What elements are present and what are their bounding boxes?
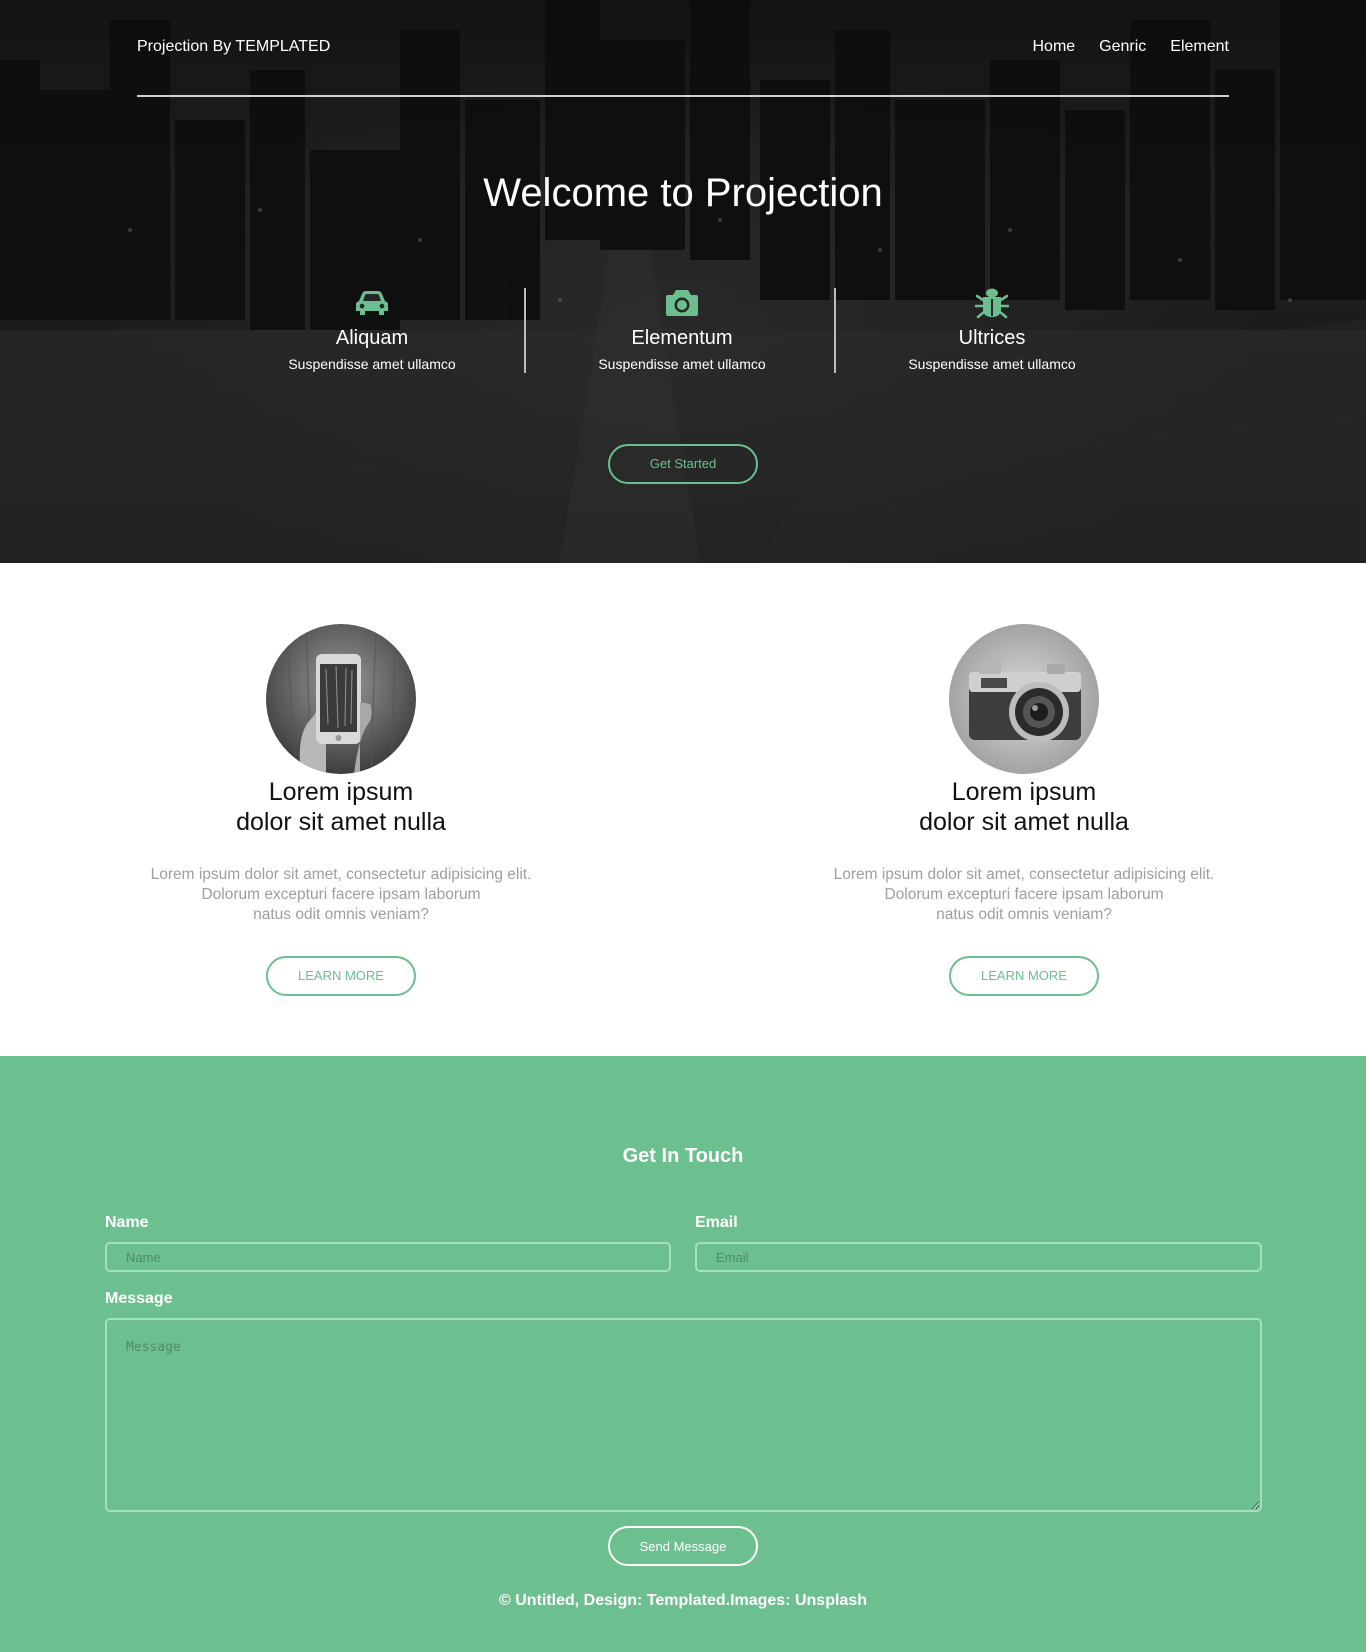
feature-ultrices: Ultrices Suspendisse amet ullamco <box>837 286 1147 374</box>
feature-subtitle: Suspendisse amet ullamco <box>288 356 456 372</box>
message-label: Message <box>105 1290 173 1307</box>
card-description: Lorem ipsum dolor sit amet, consectetur … <box>804 865 1244 925</box>
name-input[interactable] <box>105 1242 671 1272</box>
feature-cards: Lorem ipsum dolor sit amet nulla Lorem i… <box>0 563 1366 1056</box>
car-icon <box>217 286 527 320</box>
card-title: Lorem ipsum dolor sit amet nulla <box>121 777 561 837</box>
feature-title: Ultrices <box>958 327 1026 349</box>
nav-link-element[interactable]: Element <box>1170 38 1229 56</box>
feature-title: Elementum <box>631 327 733 349</box>
card-phone: Lorem ipsum dolor sit amet nulla Lorem i… <box>121 624 561 996</box>
card-title-line: Lorem ipsum <box>268 778 414 806</box>
top-nav: Projection By TEMPLATED Home Genric Elem… <box>137 0 1229 97</box>
nav-link-genric[interactable]: Genric <box>1099 38 1146 56</box>
card-text-line: Dolorum excepturi facere ipsam laborum <box>884 886 1164 903</box>
card-title-line: Lorem ipsum <box>951 778 1097 806</box>
divider <box>524 288 526 373</box>
footer-credits: © Untitled, Design: Templated.Images: Un… <box>499 1592 867 1609</box>
feature-elementum: Elementum Suspendisse amet ullamco <box>527 286 837 374</box>
card-text-line: Dolorum excepturi facere ipsam laborum <box>201 886 481 903</box>
card-text-line: natus odit omnis veniam? <box>936 906 1112 923</box>
card-camera: Lorem ipsum dolor sit amet nulla Lorem i… <box>804 624 1244 996</box>
send-message-button[interactable]: Send Message <box>608 1526 758 1566</box>
feature-subtitle: Suspendisse amet ullamco <box>598 356 766 372</box>
feature-title: Aliquam <box>335 327 409 349</box>
feature-subtitle: Suspendisse amet ullamco <box>908 356 1076 372</box>
get-started-button[interactable]: Get Started <box>608 444 758 484</box>
learn-more-button[interactable]: LEARN MORE <box>266 956 416 996</box>
name-label: Name <box>105 1214 149 1231</box>
email-label: Email <box>695 1214 738 1231</box>
card-title-line: dolor sit amet nulla <box>919 808 1129 836</box>
hero-title: Welcome to Projection <box>483 171 883 215</box>
divider <box>834 288 836 373</box>
message-textarea[interactable] <box>105 1318 1262 1512</box>
bug-icon <box>837 286 1147 320</box>
brand-logo[interactable]: Projection By TEMPLATED <box>137 38 330 56</box>
card-title: Lorem ipsum dolor sit amet nulla <box>804 777 1244 837</box>
hero-banner: Projection By TEMPLATED Home Genric Elem… <box>0 0 1366 563</box>
card-text-line: natus odit omnis veniam? <box>253 906 429 923</box>
feature-aliquam: Aliquam Suspendisse amet ullamco <box>217 286 527 374</box>
learn-more-button[interactable]: LEARN MORE <box>949 956 1099 996</box>
card-text-line: Lorem ipsum dolor sit amet, consectetur … <box>833 866 1215 883</box>
nav-link-home[interactable]: Home <box>1032 38 1075 56</box>
camera-icon <box>527 286 837 320</box>
camera-photo <box>949 624 1099 774</box>
card-title-line: dolor sit amet nulla <box>236 808 446 836</box>
email-input[interactable] <box>695 1242 1262 1272</box>
card-text-line: Lorem ipsum dolor sit amet, consectetur … <box>150 866 532 883</box>
nav-menu: Home Genric Element <box>1032 38 1229 56</box>
contact-section: Get In Touch Name Email Message Send Mes… <box>0 1056 1366 1652</box>
card-description: Lorem ipsum dolor sit amet, consectetur … <box>121 865 561 925</box>
phone-photo <box>266 624 416 774</box>
feature-list: Aliquam Suspendisse amet ullamco Element… <box>0 286 1366 374</box>
contact-title: Get In Touch <box>622 1145 744 1167</box>
